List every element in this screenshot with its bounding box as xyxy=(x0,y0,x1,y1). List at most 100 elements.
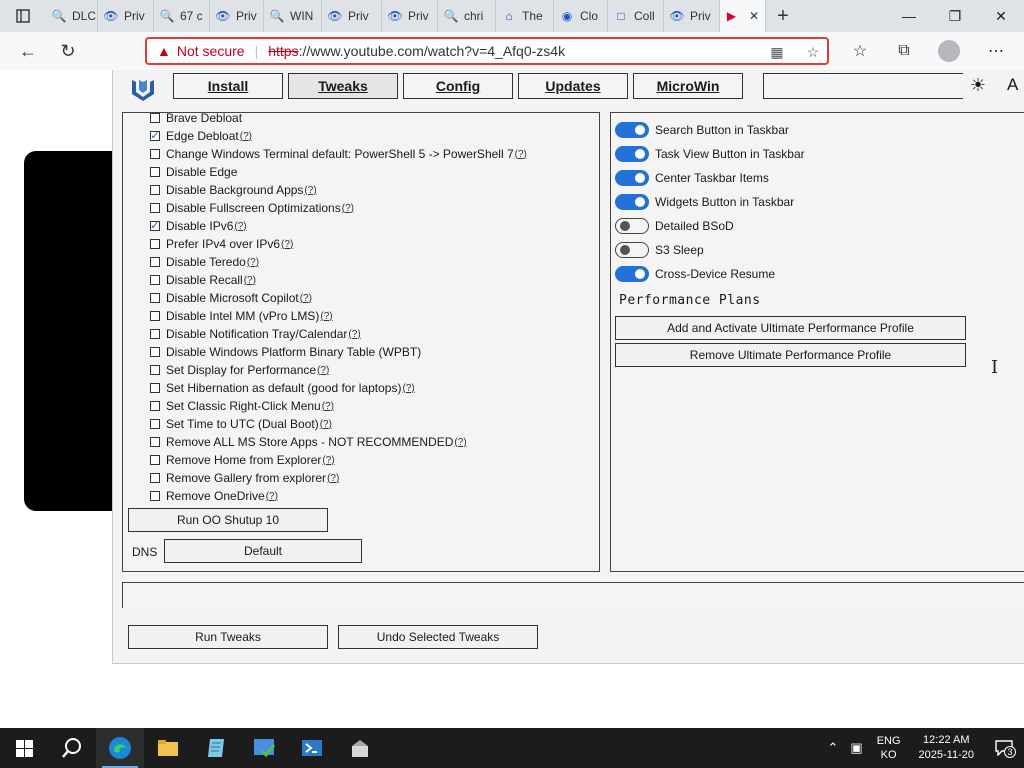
start-button[interactable] xyxy=(0,728,48,768)
notification-center-button[interactable]: 3 xyxy=(984,728,1024,768)
checkbox[interactable] xyxy=(150,491,160,501)
checkbox[interactable] xyxy=(150,419,160,429)
refresh-button[interactable]: ↻ xyxy=(48,32,88,70)
tweak-checkbox-item[interactable]: Disable Fullscreen Optimizations (?) xyxy=(150,199,354,217)
search-input[interactable] xyxy=(763,73,963,99)
checkbox[interactable] xyxy=(150,329,160,339)
add-favorite-icon[interactable]: ☆ xyxy=(803,42,823,62)
tweak-toggle-item[interactable]: Widgets Button in Taskbar xyxy=(615,192,794,212)
help-link[interactable]: (?) xyxy=(320,419,332,430)
nav-tab-config[interactable]: Config xyxy=(403,73,513,99)
help-link[interactable]: (?) xyxy=(342,203,354,214)
checkbox[interactable] xyxy=(150,383,160,393)
undo-tweaks-button[interactable]: Undo Selected Tweaks xyxy=(338,625,538,649)
clock[interactable]: 12:22 AM 2025-11-20 xyxy=(909,733,984,763)
browser-tab[interactable]: 👁 Priv xyxy=(322,0,382,32)
tweak-toggle-item[interactable]: S3 Sleep xyxy=(615,240,704,260)
nav-tab-microwin[interactable]: MicroWin xyxy=(633,73,743,99)
checkbox[interactable] xyxy=(150,239,160,249)
toggle-switch-on[interactable] xyxy=(615,170,649,186)
tweak-checkbox-item[interactable]: Set Classic Right-Click Menu (?) xyxy=(150,397,334,415)
tweak-checkbox-item[interactable]: Set Display for Performance (?) xyxy=(150,361,329,379)
dns-select[interactable]: Default xyxy=(164,539,362,563)
checkbox[interactable] xyxy=(150,437,160,447)
help-link[interactable]: (?) xyxy=(300,293,312,304)
tweak-checkbox-item[interactable]: Disable Microsoft Copilot (?) xyxy=(150,289,312,307)
not-secure-label[interactable]: Not secure xyxy=(177,43,245,59)
browser-tab[interactable]: 🔍 WIN xyxy=(264,0,322,32)
toggle-switch-on[interactable] xyxy=(615,194,649,210)
help-link[interactable]: (?) xyxy=(304,185,316,196)
font-size-icon[interactable]: A xyxy=(1007,75,1018,95)
tweak-checkbox-item[interactable]: Brave Debloat xyxy=(150,109,242,127)
help-link[interactable]: (?) xyxy=(322,401,334,412)
taskbar-powershell[interactable] xyxy=(288,728,336,768)
more-menu-icon[interactable]: ⋯ xyxy=(982,38,1010,64)
browser-tab[interactable]: ⌂ The xyxy=(496,0,554,32)
nav-tab-install[interactable]: Install xyxy=(173,73,283,99)
nav-tab-tweaks[interactable]: Tweaks xyxy=(288,73,398,99)
help-link[interactable]: (?) xyxy=(327,473,339,484)
apps-grid-icon[interactable]: ▦ xyxy=(767,42,787,62)
nav-tab-updates[interactable]: Updates xyxy=(518,73,628,99)
checkbox[interactable] xyxy=(150,167,160,177)
browser-tab[interactable]: 👁 Priv xyxy=(98,0,154,32)
toggle-switch-on[interactable] xyxy=(615,146,649,162)
tweak-checkbox-item[interactable]: Remove Gallery from explorer (?) xyxy=(150,469,339,487)
close-button[interactable]: ✕ xyxy=(978,0,1024,32)
tweak-checkbox-item[interactable]: ✓ Disable IPv6 (?) xyxy=(150,217,247,235)
toggle-switch-off[interactable] xyxy=(615,218,649,234)
tweak-toggle-item[interactable]: Cross-Device Resume xyxy=(615,264,775,284)
toggle-switch-on[interactable] xyxy=(615,122,649,138)
help-link[interactable]: (?) xyxy=(322,455,334,466)
checkbox[interactable] xyxy=(150,311,160,321)
help-link[interactable]: (?) xyxy=(320,311,332,322)
toggle-switch-on[interactable] xyxy=(615,266,649,282)
taskbar-notepad[interactable] xyxy=(192,728,240,768)
tweak-checkbox-item[interactable]: Remove Home from Explorer (?) xyxy=(150,451,335,469)
browser-tab[interactable]: 👁 Priv xyxy=(210,0,264,32)
help-link[interactable]: (?) xyxy=(402,383,414,394)
favorites-icon[interactable]: ☆ xyxy=(846,38,874,64)
checkbox[interactable] xyxy=(150,113,160,123)
help-link[interactable]: (?) xyxy=(515,149,527,160)
help-link[interactable]: (?) xyxy=(454,437,466,448)
tweak-checkbox-item[interactable]: Disable Recall (?) xyxy=(150,271,256,289)
taskbar-installer[interactable] xyxy=(336,728,384,768)
tweak-checkbox-item[interactable]: Disable Intel MM (vPro LMS) (?) xyxy=(150,307,333,325)
tweak-checkbox-item[interactable]: Set Hibernation as default (good for lap… xyxy=(150,379,415,397)
tweak-toggle-item[interactable]: Detailed BSoD xyxy=(615,216,734,236)
restore-button[interactable]: ❐ xyxy=(932,0,978,32)
browser-tab[interactable]: 🔍 chri xyxy=(438,0,496,32)
back-button[interactable]: ← xyxy=(8,32,48,70)
checkbox[interactable] xyxy=(150,149,160,159)
tab-actions-button[interactable] xyxy=(0,0,46,32)
tweak-checkbox-item[interactable]: Set Time to UTC (Dual Boot) (?) xyxy=(150,415,332,433)
profile-avatar[interactable] xyxy=(938,40,960,62)
new-tab-button[interactable]: + xyxy=(766,0,800,32)
checkbox[interactable] xyxy=(150,257,160,267)
tweak-checkbox-item[interactable]: Prefer IPv4 over IPv6 (?) xyxy=(150,235,293,253)
minimize-button[interactable]: — xyxy=(886,0,932,32)
checkbox-checked[interactable]: ✓ xyxy=(150,131,160,142)
browser-tab[interactable]: □ Coll xyxy=(608,0,664,32)
toggle-switch-off[interactable] xyxy=(615,242,649,258)
show-hidden-icons-icon[interactable]: ⌃ xyxy=(822,740,845,756)
checkbox[interactable] xyxy=(150,293,160,303)
network-icon[interactable]: ▣ xyxy=(844,740,868,756)
tweak-toggle-item[interactable]: Center Taskbar Items xyxy=(615,168,769,188)
checkbox-checked[interactable]: ✓ xyxy=(150,221,160,232)
tweak-checkbox-item[interactable]: Disable Edge xyxy=(150,163,237,181)
tweak-checkbox-item[interactable]: Disable Notification Tray/Calendar (?) xyxy=(150,325,361,343)
help-link[interactable]: (?) xyxy=(317,365,329,376)
help-link[interactable]: (?) xyxy=(281,239,293,250)
help-link[interactable]: (?) xyxy=(247,257,259,268)
input-language[interactable]: ENG KO xyxy=(869,734,909,762)
help-link[interactable]: (?) xyxy=(266,491,278,502)
taskbar-file-explorer[interactable] xyxy=(144,728,192,768)
checkbox[interactable] xyxy=(150,275,160,285)
tweak-checkbox-item[interactable]: ✓ Edge Debloat (?) xyxy=(150,127,252,145)
checkbox[interactable] xyxy=(150,203,160,213)
browser-tab[interactable]: ▶ ✕ xyxy=(720,0,766,32)
add-ultimate-performance-button[interactable]: Add and Activate Ultimate Performance Pr… xyxy=(615,316,966,340)
